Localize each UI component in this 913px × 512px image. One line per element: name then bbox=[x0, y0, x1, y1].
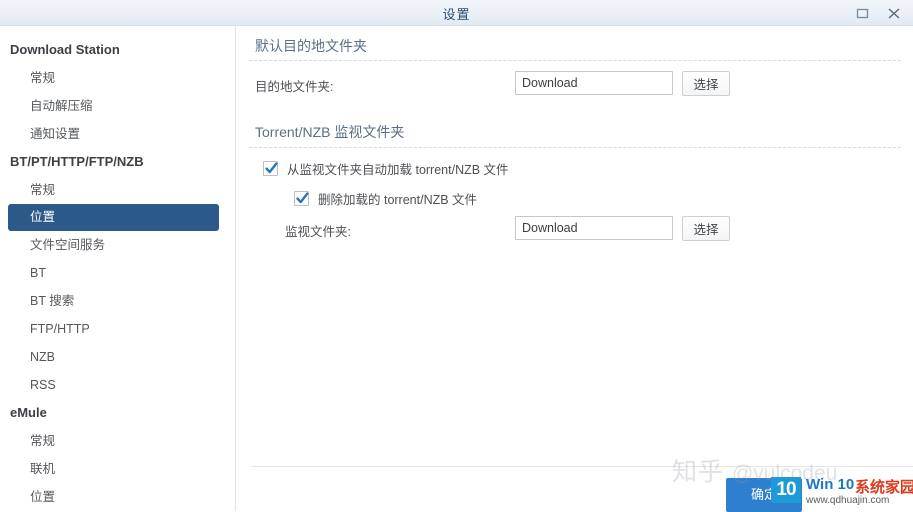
watch-folder-label: 监视文件夹: bbox=[285, 225, 351, 239]
sidebar-item-emule-location[interactable]: 位置 bbox=[0, 483, 235, 511]
window-titlebar: 设置 bbox=[0, 0, 913, 26]
section-heading-torrent-nzb-watch: Torrent/NZB 监视文件夹 bbox=[255, 124, 405, 140]
sidebar-item-ftp-http[interactable]: FTP/HTTP bbox=[0, 315, 235, 343]
close-icon[interactable] bbox=[879, 0, 909, 26]
destination-folder-input[interactable] bbox=[515, 71, 673, 95]
auto-load-watch-folder-checkbox[interactable] bbox=[263, 161, 278, 176]
section-heading-default-destination: 默认目的地文件夹 bbox=[255, 38, 367, 54]
sidebar-item-bt-location[interactable]: 位置 bbox=[8, 204, 219, 231]
sidebar-item-bt[interactable]: BT bbox=[0, 259, 235, 287]
auto-load-watch-folder-label: 从监视文件夹自动加载 torrent/NZB 文件 bbox=[287, 163, 509, 177]
watch-folder-choose-button[interactable]: 选择 bbox=[682, 216, 730, 241]
sidebar-item-bt-search[interactable]: BT 搜索 bbox=[0, 287, 235, 315]
destination-folder-label: 目的地文件夹: bbox=[255, 80, 334, 94]
sidebar-item-nzb[interactable]: NZB bbox=[0, 343, 235, 371]
ok-button[interactable]: 确定 bbox=[726, 478, 802, 512]
footer-divider bbox=[251, 466, 913, 467]
auto-load-watch-folder-row[interactable]: 从监视文件夹自动加载 torrent/NZB 文件 bbox=[263, 159, 509, 178]
watch-folder-input[interactable] bbox=[515, 216, 673, 240]
settings-window: 设置 Download Station 常规 自动解压缩 通知设置 BT/PT/… bbox=[0, 0, 913, 512]
delete-loaded-files-row[interactable]: 删除加载的 torrent/NZB 文件 bbox=[294, 189, 477, 208]
sidebar-item-ds-general[interactable]: 常规 bbox=[0, 64, 235, 92]
sidebar-item-rss[interactable]: RSS bbox=[0, 371, 235, 399]
delete-loaded-files-label: 删除加载的 torrent/NZB 文件 bbox=[318, 193, 478, 207]
sidebar-group-bt-pt-http-ftp-nzb: BT/PT/HTTP/FTP/NZB bbox=[10, 154, 144, 169]
sidebar-group-emule: eMule bbox=[10, 405, 47, 420]
sidebar-item-bt-file-hosting[interactable]: 文件空间服务 bbox=[0, 231, 235, 259]
sidebar-item-emule-connection[interactable]: 联机 bbox=[0, 455, 235, 483]
destination-folder-choose-button[interactable]: 选择 bbox=[682, 71, 730, 96]
sidebar-item-bt-general[interactable]: 常规 bbox=[0, 176, 235, 204]
delete-loaded-files-checkbox[interactable] bbox=[294, 191, 309, 206]
maximize-icon[interactable] bbox=[847, 0, 877, 26]
sidebar-item-ds-notifications[interactable]: 通知设置 bbox=[0, 120, 235, 148]
settings-sidebar[interactable]: Download Station 常规 自动解压缩 通知设置 BT/PT/HTT… bbox=[0, 26, 236, 511]
sidebar-item-ds-auto-extract[interactable]: 自动解压缩 bbox=[0, 92, 235, 120]
section-divider-1 bbox=[249, 60, 901, 61]
sidebar-group-download-station: Download Station bbox=[10, 42, 120, 57]
sidebar-item-emule-general[interactable]: 常规 bbox=[0, 427, 235, 455]
section-divider-2 bbox=[249, 147, 901, 148]
settings-content-panel: 默认目的地文件夹 目的地文件夹: 选择 Torrent/NZB 监视文件夹 从监… bbox=[237, 26, 913, 511]
window-title: 设置 bbox=[442, 7, 471, 22]
